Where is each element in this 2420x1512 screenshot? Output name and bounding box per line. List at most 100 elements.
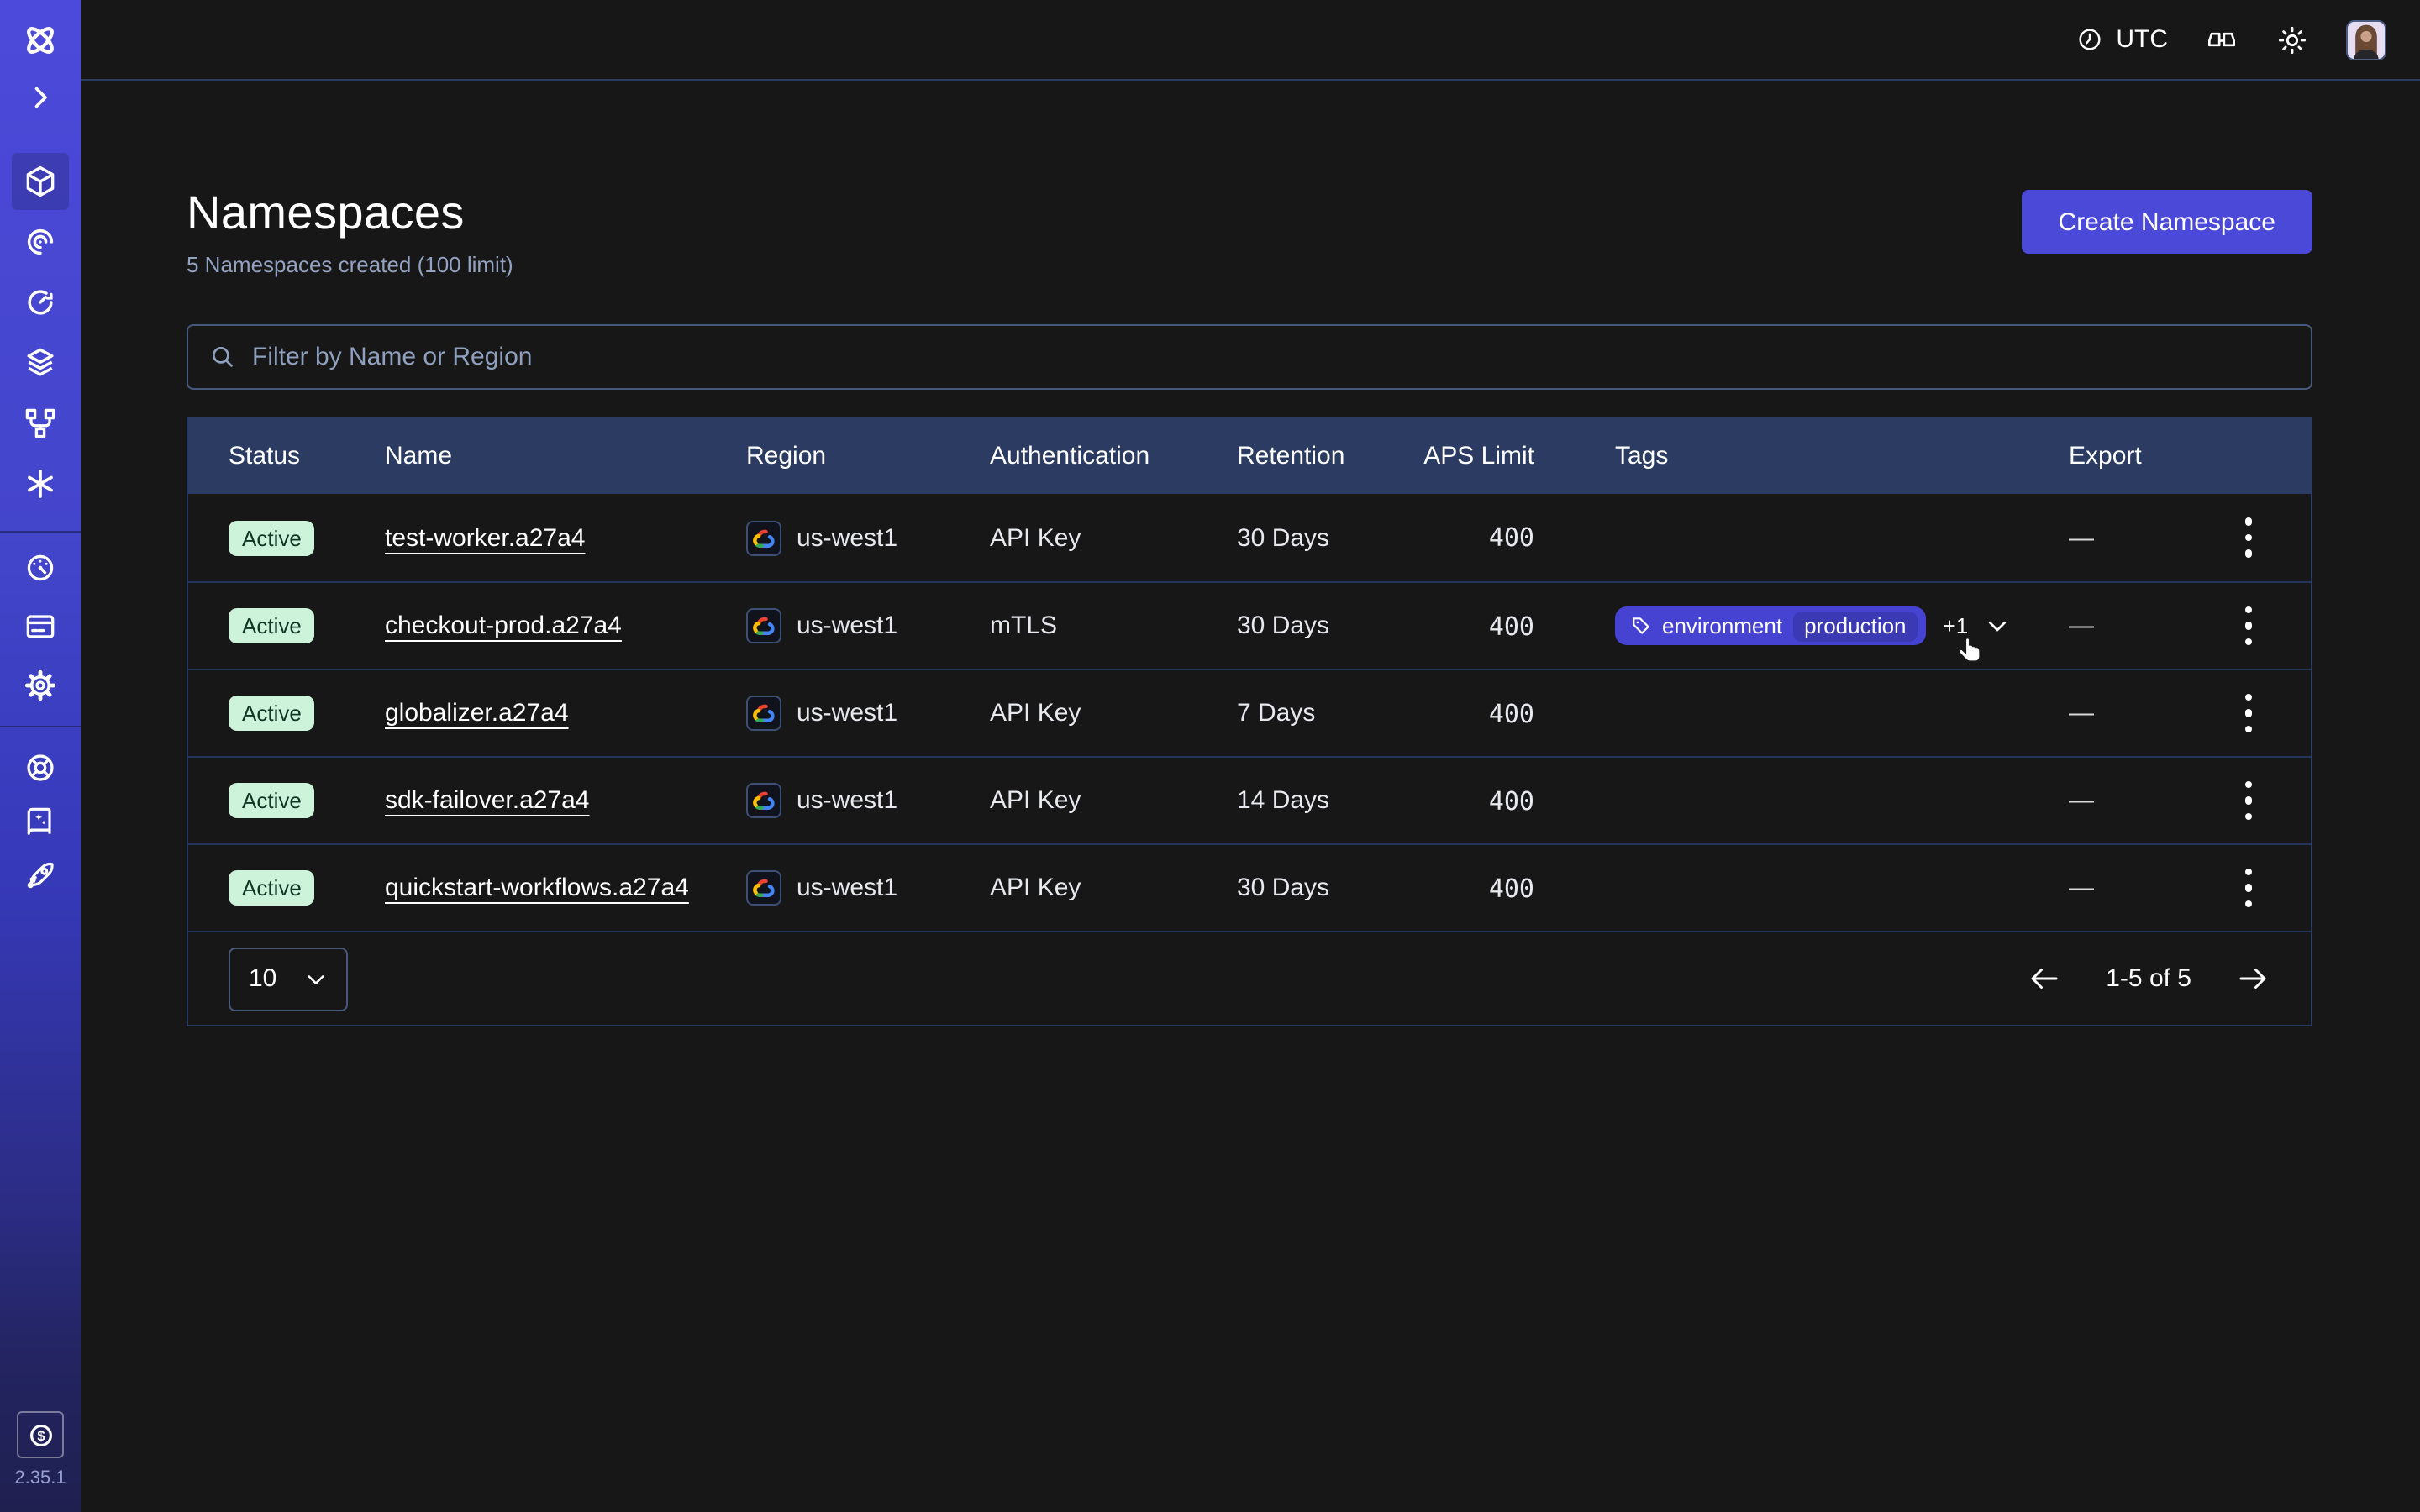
export-cell: — xyxy=(1985,874,2186,902)
row-menu-button[interactable] xyxy=(2245,781,2253,821)
namespace-link[interactable]: test-worker.a27a4 xyxy=(385,523,585,552)
column-header-export: Export xyxy=(1985,442,2186,470)
gauge-icon xyxy=(22,549,59,586)
chevron-right-icon xyxy=(25,82,55,113)
column-header-tags: Tags xyxy=(1534,442,1985,470)
region-cell: us-west1 xyxy=(746,870,990,906)
status-badge: Active xyxy=(229,608,315,643)
tag-icon xyxy=(1630,615,1652,637)
column-header-retention: Retention xyxy=(1237,442,1388,470)
sidebar-item-settings[interactable] xyxy=(0,667,81,704)
sidebar-item-spiral[interactable] xyxy=(0,223,81,260)
avatar[interactable] xyxy=(2346,19,2386,60)
rocket-icon xyxy=(22,857,59,894)
page-subtitle: 5 Namespaces created (100 limit) xyxy=(187,252,513,277)
row-menu-button[interactable] xyxy=(2245,606,2253,646)
row-menu-button[interactable] xyxy=(2245,694,2253,733)
main-area: UTC xyxy=(81,0,2420,1512)
tags-cell: environment production +1 xyxy=(1534,606,1985,645)
page-size-select[interactable]: 10 xyxy=(229,947,348,1011)
svg-text:$: $ xyxy=(36,1427,44,1443)
avatar-image xyxy=(2348,21,2385,58)
tag-value: production xyxy=(1792,611,1918,641)
sidebar-item-getting-started[interactable] xyxy=(0,857,81,894)
filter-input[interactable] xyxy=(252,343,2291,371)
sidebar-item-timer[interactable] xyxy=(0,284,81,321)
aps-limit-cell: 400 xyxy=(1388,522,1534,553)
branch-icon xyxy=(22,405,59,442)
aps-limit-cell: 400 xyxy=(1388,785,1534,816)
sidebar-item-gauge[interactable] xyxy=(0,549,81,586)
region-cell: us-west1 xyxy=(746,608,990,643)
namespace-link[interactable]: sdk-failover.a27a4 xyxy=(385,786,590,815)
status-badge: Active xyxy=(229,783,315,818)
gcp-cloud-icon xyxy=(746,608,781,643)
region-label: us-west1 xyxy=(797,874,897,902)
sidebar-item-docs[interactable] xyxy=(0,803,81,840)
status-badge: Active xyxy=(229,870,315,906)
sidebar-item-layers[interactable] xyxy=(0,344,81,381)
create-namespace-button[interactable]: Create Namespace xyxy=(2022,190,2312,254)
topbar: UTC xyxy=(81,0,2420,81)
table-row: Active globalizer.a27a4 us-west1 xyxy=(188,669,2311,756)
tag-pill[interactable]: environment production xyxy=(1615,606,1927,645)
row-menu-button[interactable] xyxy=(2245,869,2253,908)
table-header: Status Name Region Authentication Retent… xyxy=(188,418,2311,494)
region-cell: us-west1 xyxy=(746,696,990,731)
aps-limit-cell: 400 xyxy=(1388,698,1534,728)
sidebar-divider xyxy=(0,531,81,533)
sidebar-expand-button[interactable] xyxy=(0,79,81,116)
namespace-link[interactable]: checkout-prod.a27a4 xyxy=(385,612,622,640)
timezone-label: UTC xyxy=(2116,25,2168,54)
cube-namespaces-icon xyxy=(22,163,59,200)
auth-cell: API Key xyxy=(990,874,1237,902)
temporal-logo-icon[interactable] xyxy=(0,18,81,62)
chevron-down-icon xyxy=(304,967,328,990)
page-content: Namespaces 5 Namespaces created (100 lim… xyxy=(187,81,2312,1026)
page-title-block: Namespaces 5 Namespaces created (100 lim… xyxy=(187,185,513,277)
theme-toggle-button[interactable] xyxy=(2275,23,2309,56)
next-page-button[interactable] xyxy=(2235,961,2270,996)
sidebar-item-support[interactable] xyxy=(0,749,81,786)
retention-cell: 30 Days xyxy=(1237,612,1388,640)
region-label: us-west1 xyxy=(797,523,897,552)
arrow-right-icon xyxy=(2235,961,2270,996)
export-cell: — xyxy=(1985,699,2186,727)
sidebar-item-namespaces[interactable] xyxy=(12,153,69,210)
arrow-left-icon xyxy=(2027,961,2062,996)
retention-cell: 7 Days xyxy=(1237,699,1388,727)
sidebar-item-branch[interactable] xyxy=(0,405,81,442)
sidebar: $ 2.35.1 xyxy=(0,0,81,1512)
labs-toggle-button[interactable] xyxy=(2205,23,2238,56)
book-icon xyxy=(22,803,59,840)
glasses-icon xyxy=(2205,23,2238,56)
sidebar-item-asterisk[interactable] xyxy=(0,465,81,502)
retention-cell: 14 Days xyxy=(1237,786,1388,815)
region-cell: us-west1 xyxy=(746,520,990,555)
billing-badge-button[interactable]: $ xyxy=(17,1411,64,1458)
table-row: Active quickstart-workflows.a27a4 us-wes… xyxy=(188,843,2311,931)
asterisk-icon xyxy=(22,465,59,502)
region-label: us-west1 xyxy=(797,612,897,640)
timezone-selector[interactable]: UTC xyxy=(2075,25,2168,54)
namespace-link[interactable]: globalizer.a27a4 xyxy=(385,699,569,727)
export-cell: — xyxy=(1985,786,2186,815)
namespace-link[interactable]: quickstart-workflows.a27a4 xyxy=(385,874,689,902)
retention-cell: 30 Days xyxy=(1237,874,1388,902)
money-badge-icon: $ xyxy=(24,1419,56,1451)
row-menu-button[interactable] xyxy=(2245,518,2253,558)
sidebar-item-card[interactable] xyxy=(0,608,81,645)
filter-bar[interactable] xyxy=(187,324,2312,390)
column-header-name: Name xyxy=(385,442,746,470)
namespaces-table: Status Name Region Authentication Retent… xyxy=(187,417,2312,1026)
spiral-icon xyxy=(22,223,59,260)
region-label: us-west1 xyxy=(797,786,897,815)
sun-icon xyxy=(2275,23,2309,56)
prev-page-button[interactable] xyxy=(2027,961,2062,996)
region-label: us-west1 xyxy=(797,699,897,727)
status-badge: Active xyxy=(229,520,315,555)
column-header-status: Status xyxy=(188,442,385,470)
card-icon xyxy=(22,608,59,645)
auth-cell: API Key xyxy=(990,786,1237,815)
tags-overflow-count: +1 xyxy=(1944,613,1969,638)
